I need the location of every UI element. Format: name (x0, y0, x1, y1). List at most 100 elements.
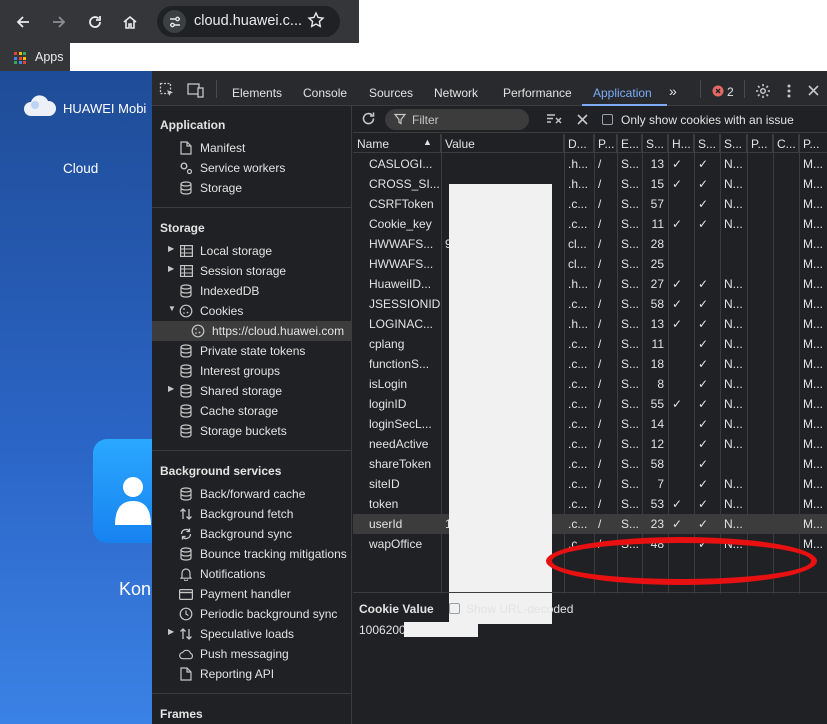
sidebar-item-reporting-api[interactable]: Reporting API (152, 664, 351, 684)
sidebar-item-periodic-sync[interactable]: Periodic background sync (152, 604, 351, 624)
nav-cloud-link[interactable]: Cloud (63, 161, 98, 176)
error-count[interactable]: 2 (727, 85, 734, 99)
cookie-row[interactable]: CROSS_SI... .h... / S... 15 ✓ ✓ N... M... (353, 174, 827, 194)
close-devtools-icon[interactable] (808, 85, 819, 96)
filter-input[interactable]: Filter (385, 109, 529, 130)
expand-arrow-icon[interactable]: ▶ (168, 627, 174, 636)
column-header-domain[interactable]: D... (564, 134, 594, 153)
cookie-row[interactable]: Cookie_key .c... / S... 11 ✓ ✓ N... M... (353, 214, 827, 234)
cookie-row[interactable]: LOGINAC... .h... / S... 13 ✓ ✓ N... M... (353, 314, 827, 334)
tab-performance[interactable]: Performance (503, 86, 572, 100)
delete-all-icon[interactable] (577, 114, 588, 125)
section-frames[interactable]: Frames (152, 707, 351, 721)
apps-bookmark[interactable]: Apps (35, 50, 64, 64)
cookie-row[interactable]: functionS... .c... / S... 18 ✓ N... M... (353, 354, 827, 374)
settings-gear-icon[interactable] (755, 83, 771, 99)
expand-arrow-icon[interactable]: ▶ (168, 384, 174, 393)
column-header-expires[interactable]: E... (617, 134, 642, 153)
device-toolbar-icon[interactable] (187, 82, 205, 98)
sidebar-item-interest-groups[interactable]: Interest groups (152, 361, 351, 381)
cookie-row[interactable]: HuaweiID... .h... / S... 27 ✓ ✓ N... M... (353, 274, 827, 294)
cookie-row[interactable]: HWWAFS... cl... / S... 25 M... (353, 254, 827, 274)
bookmark-star-icon[interactable] (307, 11, 325, 33)
column-header-secure[interactable]: S... (694, 134, 720, 153)
address-bar[interactable]: cloud.huawei.c... (157, 6, 340, 37)
more-tabs-icon[interactable]: » (669, 83, 677, 99)
cookie-value-text[interactable]: 1006200 (359, 623, 406, 637)
refresh-icon[interactable] (361, 111, 376, 126)
forward-icon[interactable] (45, 8, 73, 36)
tab-elements[interactable]: Elements (232, 86, 282, 100)
back-icon[interactable] (9, 8, 37, 36)
cookie-row[interactable]: siteID .c... / S... 7 ✓ N... M... (353, 474, 827, 494)
app-tile-icon[interactable] (93, 439, 152, 543)
tab-console[interactable]: Console (303, 86, 347, 100)
expand-arrow-icon[interactable]: ▶ (168, 264, 174, 273)
show-url-decoded-checkbox[interactable] (449, 603, 460, 614)
section-storage[interactable]: Storage (152, 221, 351, 235)
cookie-row[interactable]: HWWAFS...9cl.../S...28M... (353, 234, 827, 254)
cookie-row[interactable]: isLogin .c... / S... 8 ✓ N... M... (353, 374, 827, 394)
sidebar-item-storage-buckets[interactable]: Storage buckets (152, 421, 351, 441)
cookie-row[interactable]: token .c... / S... 53 ✓ ✓ N... M... (353, 494, 827, 514)
cookie-row[interactable]: JSESSIONID .c... / S... 58 ✓ ✓ N... M... (353, 294, 827, 314)
sidebar-item-private-state-tokens[interactable]: Private state tokens (152, 341, 351, 361)
sidebar-item-push-messaging[interactable]: Push messaging (152, 644, 351, 664)
cookie-cell-secure: ✓ (698, 497, 709, 511)
sidebar-item-indexeddb[interactable]: IndexedDB (152, 281, 351, 301)
sidebar-item-cookie-origin[interactable]: https://cloud.huawei.com (152, 321, 351, 341)
sidebar-item-session-storage[interactable]: ▶ Session storage (152, 261, 351, 281)
sidebar-item-shared-storage[interactable]: ▶ Shared storage (152, 381, 351, 401)
error-icon[interactable] (712, 85, 724, 97)
sidebar-item-back-forward-cache[interactable]: Back/forward cache (152, 484, 351, 504)
sidebar-item-speculative-loads[interactable]: ▶ Speculative loads (152, 624, 351, 644)
sidebar-item-cache-storage[interactable]: Cache storage (152, 401, 351, 421)
tab-sources[interactable]: Sources (369, 86, 413, 100)
cookie-row[interactable]: userId1006200.c.../S...23✓✓N...M... (353, 514, 827, 534)
sidebar-item-manifest[interactable]: Manifest (152, 138, 351, 158)
column-header-name[interactable]: Name ▲ (353, 134, 441, 153)
column-header-partition-key[interactable]: P... (747, 134, 773, 153)
url-text[interactable]: cloud.huawei.c... (194, 13, 302, 29)
sidebar-item-background-sync[interactable]: Background sync (152, 524, 351, 544)
column-header-path[interactable]: P... (594, 134, 617, 153)
inspect-element-icon[interactable] (159, 82, 175, 98)
column-header-httponly[interactable]: H... (668, 134, 694, 153)
cookie-row[interactable]: cplang .c... / S... 11 ✓ N... M... (353, 334, 827, 354)
cookie-row[interactable]: shareToken .c... / S... 58 ✓ M... (353, 454, 827, 474)
cookie-row[interactable]: loginID .c... / S... 55 ✓ ✓ N... M... (353, 394, 827, 414)
expand-arrow-icon[interactable]: ▶ (168, 244, 174, 253)
section-background-services[interactable]: Background services (152, 464, 351, 478)
clear-filtered-icon[interactable] (546, 113, 562, 125)
tab-application[interactable]: Application (593, 86, 652, 100)
web-page: HUAWEI Mobi Cloud Kon (0, 71, 152, 724)
site-settings-icon[interactable] (163, 10, 186, 33)
cookie-row[interactable]: needActive .c... / S... 12 ✓ N... M... (353, 434, 827, 454)
column-header-size[interactable]: S... (642, 134, 668, 153)
column-header-cross-site[interactable]: C... (773, 134, 799, 153)
sidebar-item-payment-handler[interactable]: Payment handler (152, 584, 351, 604)
cookie-row[interactable]: CASLOGI... .h... / S... 13 ✓ ✓ N... M... (353, 154, 827, 174)
collapse-arrow-icon[interactable]: ▼ (168, 304, 176, 313)
cookie-row[interactable]: CSRFToken .c... / S... 57 ✓ N... M... (353, 194, 827, 214)
section-application[interactable]: Application (152, 118, 351, 132)
sidebar-item-notifications[interactable]: Notifications (152, 564, 351, 584)
page-partial-text: Kon (119, 579, 152, 599)
column-header-samesite[interactable]: S... (720, 134, 747, 153)
cookie-cell-name: siteID (369, 477, 400, 491)
reload-icon[interactable] (81, 8, 109, 36)
more-options-icon[interactable] (786, 83, 792, 99)
sidebar-item-cookies[interactable]: ▼ Cookies (152, 301, 351, 321)
sidebar-item-service-workers[interactable]: Service workers (152, 158, 351, 178)
sidebar-item-local-storage[interactable]: ▶ Local storage (152, 241, 351, 261)
tab-network[interactable]: Network (434, 86, 478, 100)
sidebar-item-bounce-tracking[interactable]: Bounce tracking mitigations (152, 544, 351, 564)
apps-grid-icon[interactable] (14, 52, 26, 64)
only-issues-checkbox[interactable] (602, 114, 613, 125)
cookie-row[interactable]: loginSecL... .c... / S... 14 ✓ N... M... (353, 414, 827, 434)
sidebar-item-storage[interactable]: Storage (152, 178, 351, 198)
sidebar-item-background-fetch[interactable]: Background fetch (152, 504, 351, 524)
column-header-value[interactable]: Value (441, 134, 564, 153)
home-icon[interactable] (116, 8, 144, 36)
column-header-priority[interactable]: P... (799, 134, 827, 153)
